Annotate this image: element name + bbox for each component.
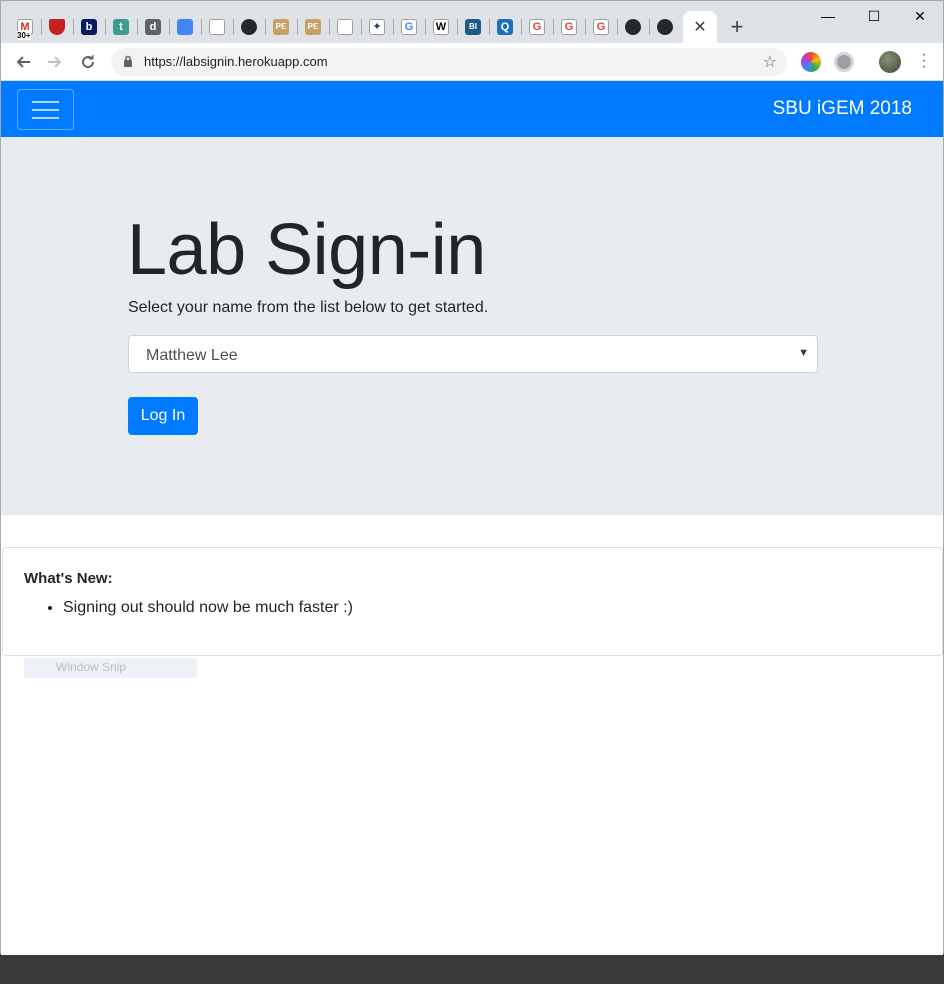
page-title: Lab Sign-in — [127, 210, 486, 290]
github-icon — [241, 19, 257, 35]
tab-favicon-label: G — [532, 20, 542, 33]
maximize-button[interactable]: ☐ — [851, 1, 897, 31]
more-menu-icon[interactable]: · · · — [921, 47, 927, 75]
google-icon: G — [401, 19, 417, 35]
tab-pe[interactable]: PE — [265, 11, 297, 43]
tab-favicon-label: G — [596, 20, 606, 33]
tab-google[interactable]: G — [553, 11, 585, 43]
reload-icon — [82, 55, 95, 69]
doc-edit-icon: d — [145, 19, 161, 35]
address-bar[interactable]: https://labsignin.herokuapp.com ☆ — [111, 48, 787, 76]
browser-toolbar: https://labsignin.herokuapp.com ☆ · · · — [1, 43, 943, 81]
github-icon-3 — [657, 19, 673, 35]
close-window-button[interactable]: ✕ — [897, 1, 943, 31]
wikipedia-icon: W — [433, 19, 449, 35]
tab-google[interactable]: G — [585, 11, 617, 43]
login-button[interactable]: Log In — [128, 397, 198, 435]
color-wheel-extension-icon[interactable] — [801, 52, 821, 72]
blank-page-icon-2 — [337, 19, 353, 35]
blank-page-icon — [209, 19, 225, 35]
whats-new-heading: What's New: — [24, 570, 113, 587]
arrow-right-icon — [48, 56, 62, 68]
tab-github[interactable] — [649, 11, 681, 43]
tab-t[interactable]: t — [105, 11, 137, 43]
tab-pe[interactable]: PE — [297, 11, 329, 43]
lock-icon — [124, 55, 132, 67]
shield-icon — [49, 19, 65, 35]
window-controls: — ☐ ✕ — [805, 1, 943, 31]
google-icon-4: G — [593, 19, 609, 35]
tab-doc-edit[interactable]: d — [137, 11, 169, 43]
google-icon-2: G — [529, 19, 545, 35]
google-icon-3: G — [561, 19, 577, 35]
navbar-toggler-button[interactable] — [17, 89, 74, 130]
minimize-button[interactable]: — — [805, 1, 851, 31]
star-sparkle-icon: ✦ — [369, 19, 385, 35]
chevron-down-icon: ▼ — [798, 347, 809, 359]
bi-icon: BI — [465, 19, 481, 35]
bookmark-star-icon[interactable]: ☆ — [763, 52, 777, 72]
pe-icon: PE — [273, 19, 289, 35]
tab-favicon-label: PE — [275, 22, 287, 31]
tab-gmail[interactable]: 30+ M — [9, 11, 41, 43]
whats-new-card: What's New: Signing out should now be mu… — [2, 547, 943, 656]
tab-favicon-label: t — [119, 20, 123, 33]
page-viewport: SBU iGEM 2018 Lab Sign-in Select your na… — [1, 81, 943, 955]
tab-star-sparkle[interactable]: ✦ — [361, 11, 393, 43]
lead-text: Select your name from the list below to … — [128, 299, 489, 316]
jumbotron: Lab Sign-in Select your name from the li… — [1, 137, 943, 515]
tab-favicon-label: BI — [469, 22, 477, 31]
tab-blank-page[interactable] — [329, 11, 361, 43]
tab-github[interactable] — [617, 11, 649, 43]
tab-favicon-label: d — [149, 20, 157, 33]
tab-shield[interactable] — [41, 11, 73, 43]
arrow-left-icon — [16, 56, 30, 68]
tab-list: 30+ M b t d PE PE ✦ G W BI Q G G G ✕ + — [9, 11, 753, 43]
tab-wikipedia[interactable]: W — [425, 11, 457, 43]
avatar[interactable] — [879, 51, 901, 73]
tab-favicon-label: G — [564, 20, 574, 33]
q-icon: Q — [497, 19, 513, 35]
tab-bi[interactable]: BI — [457, 11, 489, 43]
whats-new-list: Signing out should now be much faster :) — [63, 599, 353, 617]
google-docs-icon — [177, 19, 193, 35]
tab-google[interactable]: G — [393, 11, 425, 43]
tab-favicon-label: W — [435, 20, 447, 33]
tab-strip: 30+ M b t d PE PE ✦ G W BI Q G G G ✕ + — ☐ ✕ — [1, 1, 943, 43]
list-item: Signing out should now be much faster :) — [63, 599, 353, 617]
tab-q[interactable]: Q — [489, 11, 521, 43]
window-snip-overlay: Window Snip — [24, 658, 197, 678]
tab-b[interactable]: b — [73, 11, 105, 43]
tab-github[interactable] — [233, 11, 265, 43]
new-tab-button[interactable]: + — [721, 11, 753, 43]
tab-badge: 30+ — [17, 31, 31, 40]
tab-favicon-label: Q — [500, 20, 510, 33]
tab-favicon-label: b — [85, 20, 93, 33]
close-tab-icon[interactable]: ✕ — [693, 17, 706, 37]
navbar: SBU iGEM 2018 — [1, 81, 943, 137]
github-icon-2 — [625, 19, 641, 35]
t-icon: t — [113, 19, 129, 35]
navbar-brand[interactable]: SBU iGEM 2018 — [773, 98, 912, 120]
browser-window: 30+ M b t d PE PE ✦ G W BI Q G G G ✕ + — ☐ ✕ https://lab… — [0, 0, 944, 955]
back-button[interactable] — [11, 50, 35, 74]
snip-label: Window Snip — [56, 660, 127, 674]
tab-favicon-label: PE — [307, 22, 319, 31]
reload-button[interactable] — [76, 50, 100, 74]
extension-icon[interactable] — [834, 52, 854, 72]
selected-name: Matthew Lee — [146, 347, 238, 364]
pe-icon-2: PE — [305, 19, 321, 35]
b-icon: b — [81, 19, 97, 35]
tab-favicon-label: G — [404, 20, 414, 33]
forward-button[interactable] — [43, 50, 67, 74]
tab-favicon-label: ✦ — [372, 20, 382, 33]
name-select[interactable]: Matthew Lee ▼ — [128, 335, 818, 373]
tab-google-docs[interactable] — [169, 11, 201, 43]
tab-active[interactable]: ✕ — [683, 11, 717, 43]
tab-blank-page[interactable] — [201, 11, 233, 43]
tab-google[interactable]: G — [521, 11, 553, 43]
url-text: https://labsignin.herokuapp.com — [144, 54, 328, 69]
